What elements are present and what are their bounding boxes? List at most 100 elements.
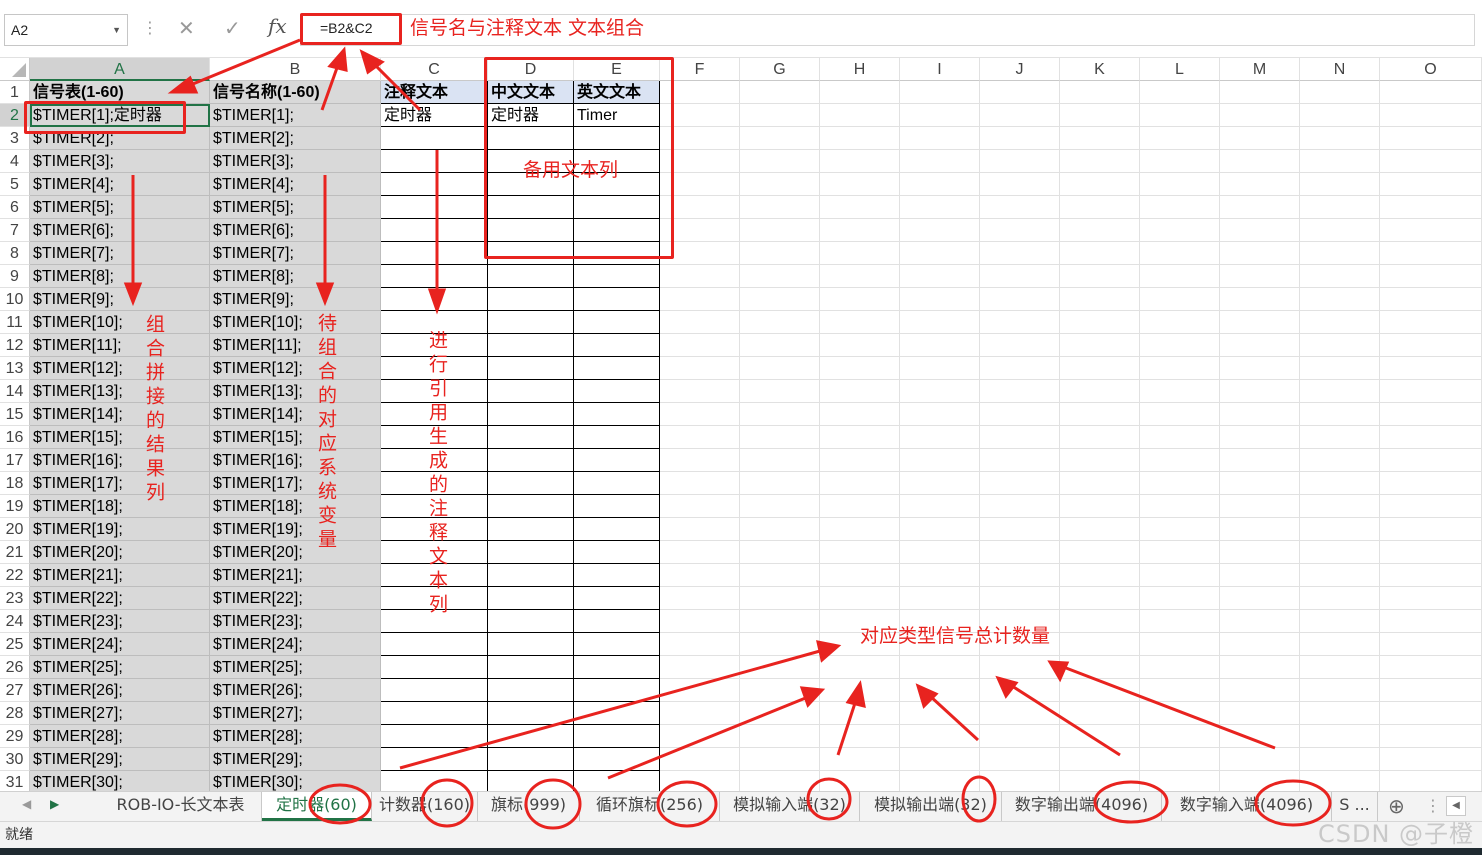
cell-l8[interactable] — [1140, 242, 1220, 265]
cell-d16[interactable] — [488, 426, 574, 449]
cell-n27[interactable] — [1300, 679, 1380, 702]
cell-l17[interactable] — [1140, 449, 1220, 472]
cell-d10[interactable] — [488, 288, 574, 311]
cell-l25[interactable] — [1140, 633, 1220, 656]
cell-h30[interactable] — [820, 748, 900, 771]
cell-m9[interactable] — [1220, 265, 1300, 288]
cell-n19[interactable] — [1300, 495, 1380, 518]
cell-e12[interactable] — [574, 334, 660, 357]
cell-e25[interactable] — [574, 633, 660, 656]
cell-a26[interactable]: $TIMER[25]; — [30, 656, 210, 679]
cell-g4[interactable] — [740, 150, 820, 173]
cell-e8[interactable] — [574, 242, 660, 265]
cell-b3[interactable]: $TIMER[2]; — [210, 127, 381, 150]
cell-b23[interactable]: $TIMER[22]; — [210, 587, 381, 610]
row-header-14[interactable]: 14 — [0, 380, 30, 403]
cell-d30[interactable] — [488, 748, 574, 771]
tab-scroll-right-icon[interactable]: ▶ — [50, 797, 59, 811]
cell-a6[interactable]: $TIMER[5]; — [30, 196, 210, 219]
cell-b29[interactable]: $TIMER[28]; — [210, 725, 381, 748]
cell-g25[interactable] — [740, 633, 820, 656]
hscroll-left-icon[interactable]: ◀ — [1446, 796, 1466, 816]
cell-g18[interactable] — [740, 472, 820, 495]
cell-g12[interactable] — [740, 334, 820, 357]
column-header-g[interactable]: G — [740, 58, 820, 81]
cell-j27[interactable] — [980, 679, 1060, 702]
cell-l10[interactable] — [1140, 288, 1220, 311]
row-header-21[interactable]: 21 — [0, 541, 30, 564]
cell-i20[interactable] — [900, 518, 980, 541]
cell-l9[interactable] — [1140, 265, 1220, 288]
cell-g8[interactable] — [740, 242, 820, 265]
cell-l6[interactable] — [1140, 196, 1220, 219]
cell-d18[interactable] — [488, 472, 574, 495]
column-header-d[interactable]: D — [488, 58, 574, 81]
cell-e3[interactable] — [574, 127, 660, 150]
cell-n26[interactable] — [1300, 656, 1380, 679]
cell-b1[interactable]: 信号名称(1-60) — [210, 81, 381, 104]
cell-m20[interactable] — [1220, 518, 1300, 541]
cell-f5[interactable] — [660, 173, 740, 196]
cell-g17[interactable] — [740, 449, 820, 472]
cell-o8[interactable] — [1380, 242, 1482, 265]
cell-o30[interactable] — [1380, 748, 1482, 771]
cell-j3[interactable] — [980, 127, 1060, 150]
cell-m19[interactable] — [1220, 495, 1300, 518]
cell-a5[interactable]: $TIMER[4]; — [30, 173, 210, 196]
cell-d24[interactable] — [488, 610, 574, 633]
cell-b13[interactable]: $TIMER[12]; — [210, 357, 381, 380]
cell-b6[interactable]: $TIMER[5]; — [210, 196, 381, 219]
cell-h23[interactable] — [820, 587, 900, 610]
cell-b15[interactable]: $TIMER[14]; — [210, 403, 381, 426]
cell-j12[interactable] — [980, 334, 1060, 357]
select-all-corner[interactable] — [0, 58, 30, 81]
cell-j9[interactable] — [980, 265, 1060, 288]
row-header-12[interactable]: 12 — [0, 334, 30, 357]
cell-i9[interactable] — [900, 265, 980, 288]
cell-l7[interactable] — [1140, 219, 1220, 242]
cell-a16[interactable]: $TIMER[15]; — [30, 426, 210, 449]
row-header-30[interactable]: 30 — [0, 748, 30, 771]
cell-h14[interactable] — [820, 380, 900, 403]
cell-d17[interactable] — [488, 449, 574, 472]
cell-d20[interactable] — [488, 518, 574, 541]
row-header-11[interactable]: 11 — [0, 311, 30, 334]
cell-o24[interactable] — [1380, 610, 1482, 633]
cell-l18[interactable] — [1140, 472, 1220, 495]
cell-n8[interactable] — [1300, 242, 1380, 265]
cell-j26[interactable] — [980, 656, 1060, 679]
cell-h3[interactable] — [820, 127, 900, 150]
cell-k26[interactable] — [1060, 656, 1140, 679]
cell-d26[interactable] — [488, 656, 574, 679]
cell-j6[interactable] — [980, 196, 1060, 219]
row-header-1[interactable]: 1 — [0, 81, 30, 104]
cell-o7[interactable] — [1380, 219, 1482, 242]
cell-h1[interactable] — [820, 81, 900, 104]
cell-i26[interactable] — [900, 656, 980, 679]
cell-d22[interactable] — [488, 564, 574, 587]
cell-j28[interactable] — [980, 702, 1060, 725]
cell-a10[interactable]: $TIMER[9]; — [30, 288, 210, 311]
cell-b10[interactable]: $TIMER[9]; — [210, 288, 381, 311]
cell-l19[interactable] — [1140, 495, 1220, 518]
cell-o14[interactable] — [1380, 380, 1482, 403]
cell-o4[interactable] — [1380, 150, 1482, 173]
cell-g1[interactable] — [740, 81, 820, 104]
cell-o2[interactable] — [1380, 104, 1482, 127]
cell-a11[interactable]: $TIMER[10]; — [30, 311, 210, 334]
cell-h18[interactable] — [820, 472, 900, 495]
cell-i16[interactable] — [900, 426, 980, 449]
cell-e10[interactable] — [574, 288, 660, 311]
cell-b4[interactable]: $TIMER[3]; — [210, 150, 381, 173]
cell-a18[interactable]: $TIMER[17]; — [30, 472, 210, 495]
cell-n17[interactable] — [1300, 449, 1380, 472]
cell-k2[interactable] — [1060, 104, 1140, 127]
cell-j21[interactable] — [980, 541, 1060, 564]
cell-a1[interactable]: 信号表(1-60) — [30, 81, 210, 104]
cell-b25[interactable]: $TIMER[24]; — [210, 633, 381, 656]
cell-i2[interactable] — [900, 104, 980, 127]
cell-h20[interactable] — [820, 518, 900, 541]
cell-b22[interactable]: $TIMER[21]; — [210, 564, 381, 587]
cell-i10[interactable] — [900, 288, 980, 311]
cell-d1[interactable]: 中文文本 — [488, 81, 574, 104]
